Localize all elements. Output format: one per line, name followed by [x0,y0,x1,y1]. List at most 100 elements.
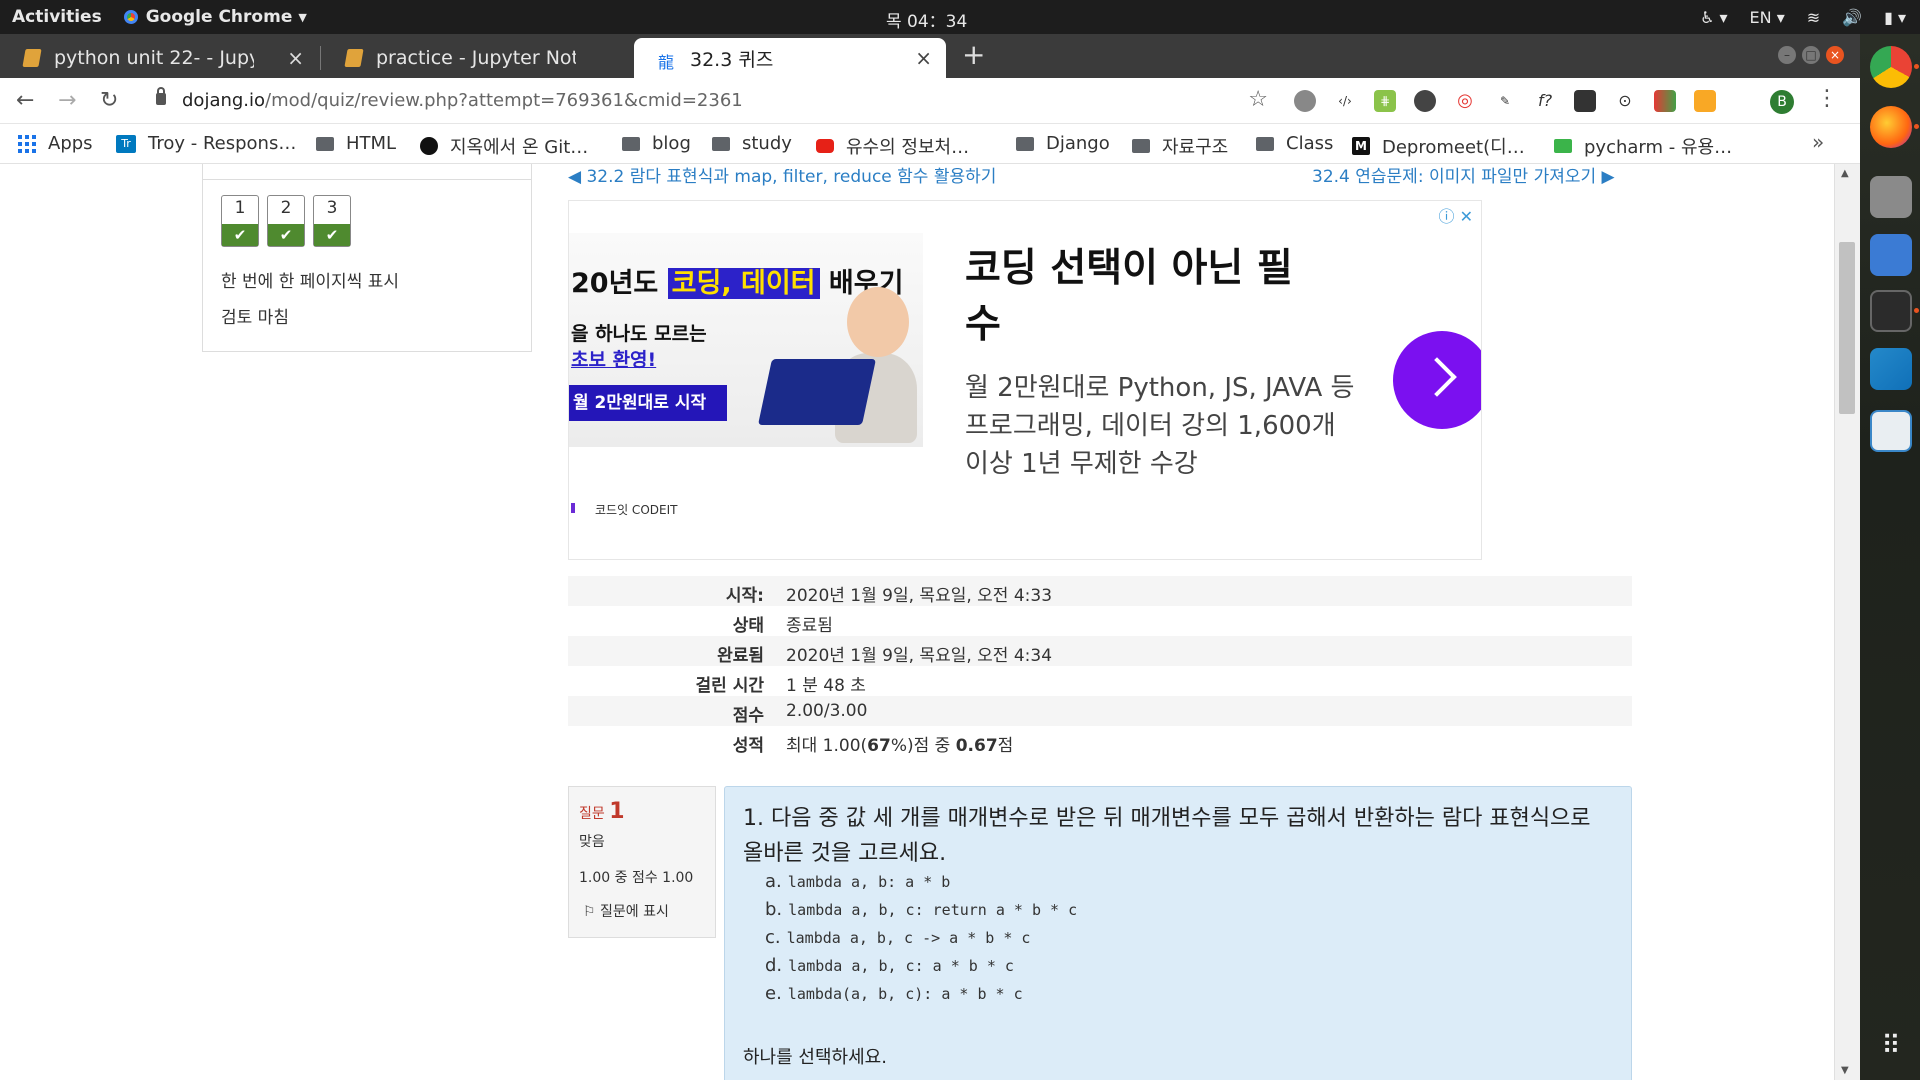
finish-review-link[interactable]: 검토 마침 [221,303,289,328]
tab-jupyter-practice[interactable]: practice - Jupyter Notebo [322,38,632,78]
chrome-dock-icon[interactable] [1870,46,1912,88]
show-applications-icon[interactable]: ⠿ [1870,1026,1912,1068]
bookmark-troy[interactable]: Tr Troy - Respons… [116,133,296,154]
app-menu[interactable]: Google Chrome ▼ [123,7,307,27]
ad-banner-image[interactable]: 20년도 코딩, 데이터 배우기 을 하나도 모르는 초보 환영! 월 2만원대… [569,233,923,447]
bookmark-blog[interactable]: blog [622,133,691,154]
scroll-down-icon[interactable]: ▼ [1841,1065,1849,1076]
lock-icon[interactable] [156,87,166,105]
bookmarks-bar: Apps Tr Troy - Respons… HTML 지옥에서 온 Git… … [0,124,1860,164]
ad-banner-line3: 초보 환영! [571,349,657,371]
page-scrollbar[interactable]: ▲ ▼ [1834,164,1860,1080]
ad-description[interactable]: 월 2만원대로 Python, JS, JAVA 등 프로그래밍, 데이터 강의… [965,369,1365,483]
accessibility-icon[interactable]: ♿ ▾ [1700,8,1727,27]
extension-code-icon[interactable]: ‹/› [1334,90,1356,112]
minimize-button[interactable]: – [1778,46,1796,64]
check-icon: ✔ [314,224,350,246]
extension-circle-icon[interactable]: ⊙ [1614,90,1636,112]
advertisement[interactable]: 20년도 코딩, 데이터 배우기 을 하나도 모르는 초보 환영! 월 2만원대… [568,200,1482,560]
option-letter: e. [765,983,782,1004]
image-viewer-dock-icon[interactable] [1870,410,1912,452]
prev-activity-link[interactable]: ◀ 32.2 람다 표현식과 map, filter, reduce 함수 활용… [568,164,996,187]
url-text[interactable]: dojang.io/mod/quiz/review.php?attempt=76… [182,90,743,111]
extension-owl-icon[interactable] [1414,90,1436,112]
quiz-nav-button-3[interactable]: 3 ✔ [313,195,351,247]
extension-icons: ‹/› ⋕ ◎ ✎ f? ⊙ [1294,90,1716,112]
extension-color-icon[interactable] [1654,90,1676,112]
jupyter-icon [22,49,42,67]
vscode-dock-icon[interactable] [1870,348,1912,390]
ad-arrow-button[interactable] [1393,331,1481,429]
summary-key: 완료됨 [717,646,764,666]
answer-option-d[interactable]: d. lambda a, b, c: a * b * c [765,955,1014,976]
answer-option-a[interactable]: a. lambda a, b: a * b [765,871,950,892]
app-menu-label: Google Chrome [145,7,293,27]
folder-icon [622,136,640,151]
address-bar[interactable]: dojang.io/mod/quiz/review.php?attempt=76… [138,84,1268,118]
close-window-button[interactable]: × [1826,46,1844,64]
tab-jupyter-unit22[interactable]: python unit 22- - Jupyter N × [0,38,318,78]
reload-icon[interactable]: ↻ [100,88,118,113]
wifi-icon[interactable]: ≋ [1807,8,1820,27]
answer-option-b[interactable]: b. lambda a, b, c: return a * b * c [765,899,1077,920]
folder-icon [1016,136,1034,151]
bookmarks-overflow[interactable]: » [1812,130,1824,154]
answer-option-e[interactable]: e. lambda(a, b, c): a * b * c [765,983,1023,1004]
system-top-bar: Activities Google Chrome ▼ 목 04：34 ♿ ▾ E… [0,0,1920,34]
grade-text: 최대 1.00( [786,736,868,756]
ad-headline[interactable]: 코딩 선택이 아닌 필수 [965,241,1295,353]
baby-face-illustration [847,287,909,357]
clock[interactable]: 목 04：34 [886,7,967,32]
ubuntu-dock: ⠿ [1860,34,1920,1080]
quiz-nav-button-1[interactable]: 1 ✔ [221,195,259,247]
bookmark-star-icon[interactable]: ☆ [1248,87,1268,112]
show-one-page-link[interactable]: 한 번에 한 페이지씩 표시 [221,267,399,292]
files-dock-icon[interactable] [1870,176,1912,218]
answer-option-c[interactable]: c. lambda a, b, c -> a * b * c [765,927,1030,948]
bookmark-depromeet[interactable]: M Depromeet(디… [1352,133,1525,159]
maximize-button[interactable]: □ [1802,46,1820,64]
next-activity-link[interactable]: 32.4 연습문제: 이미지 파일만 가져오기 ▶ [1312,164,1615,187]
grade-percent: 67 [867,736,891,756]
menu-kebab-icon[interactable]: ⋮ [1816,86,1838,111]
forward-icon[interactable]: → [58,88,76,113]
bookmark-label: Troy - Respons… [148,133,297,154]
bookmark-html[interactable]: HTML [316,133,396,154]
bookmark-youtube[interactable]: 유수의 정보처… [816,133,969,159]
bookmark-git[interactable]: 지옥에서 온 Git… [420,133,588,159]
extension-spiral-icon[interactable]: ◎ [1454,90,1476,112]
close-icon[interactable]: × [915,46,932,70]
todo-dock-icon[interactable] [1870,234,1912,276]
bookmark-label: HTML [346,133,397,154]
extension-font-icon[interactable]: f? [1534,90,1556,112]
tab-quiz-active[interactable]: 龍 32.3 퀴즈 × [634,38,946,78]
scrollbar-thumb[interactable] [1839,242,1855,414]
battery-icon[interactable]: ▮ ▾ [1884,8,1906,27]
back-icon[interactable]: ← [16,88,34,113]
bookmark-pycharm[interactable]: pycharm - 유용… [1554,133,1732,159]
scroll-up-icon[interactable]: ▲ [1841,168,1849,179]
quiz-nav-button-2[interactable]: 2 ✔ [267,195,305,247]
activities-button[interactable]: Activities [12,7,102,27]
bookmark-datastructure[interactable]: 자료구조 [1132,133,1228,159]
bookmark-apps[interactable]: Apps [18,133,93,154]
extension-card-icon[interactable] [1694,90,1716,112]
extension-ladder-icon[interactable]: ⋕ [1374,90,1396,112]
extension-eyedropper-icon[interactable]: ✎ [1494,90,1516,112]
volume-icon[interactable]: 🔊 [1842,8,1862,27]
new-tab-button[interactable]: + [962,38,985,71]
bookmark-class[interactable]: Class [1256,133,1333,154]
ad-info-close-icon[interactable]: ⓘ ✕ [1439,203,1474,227]
flag-question-link[interactable]: ⚐ 질문에 표시 [583,901,669,921]
profile-avatar[interactable]: B [1770,90,1794,114]
bookmark-study[interactable]: study [712,133,792,154]
option-code: lambda a, b, c: a * b * c [788,957,1014,975]
bookmark-django[interactable]: Django [1016,133,1110,154]
extension-device-icon[interactable] [1574,90,1596,112]
language-selector[interactable]: EN ▾ [1750,8,1785,27]
extension-gear-icon[interactable] [1294,90,1316,112]
firefox-dock-icon[interactable] [1870,106,1912,148]
terminal-dock-icon[interactable] [1870,290,1912,332]
ad-brand[interactable]: 코드잇 CODEIT [595,501,677,518]
close-icon[interactable]: × [287,46,304,70]
